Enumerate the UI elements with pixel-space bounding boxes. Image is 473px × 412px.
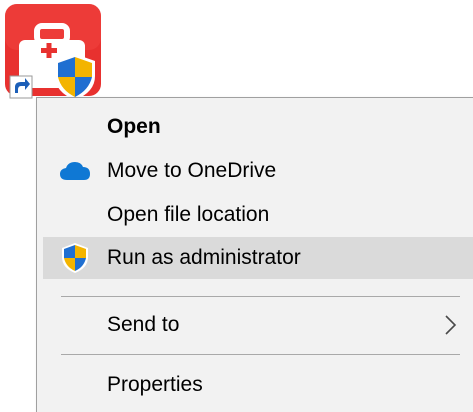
menu-item-properties[interactable]: Properties bbox=[43, 364, 473, 406]
onedrive-cloud-icon bbox=[59, 155, 91, 187]
menu-item-run-as-administrator[interactable]: Run as administrator bbox=[43, 237, 473, 279]
menu-item-send-to-label: Send to bbox=[107, 313, 180, 336]
menu-item-move-to-onedrive-label: Move to OneDrive bbox=[107, 159, 277, 182]
menu-separator bbox=[61, 354, 460, 355]
desktop: Open Move to OneDrive Open file location bbox=[0, 0, 473, 412]
menu-item-properties-label: Properties bbox=[107, 373, 203, 396]
shortcut-arrow-icon bbox=[9, 75, 33, 99]
menu-separator bbox=[61, 296, 460, 297]
context-menu: Open Move to OneDrive Open file location bbox=[36, 97, 473, 412]
chevron-right-icon bbox=[440, 313, 460, 337]
menu-item-open-label: Open bbox=[107, 115, 161, 138]
menu-item-open[interactable]: Open bbox=[43, 106, 473, 148]
menu-item-move-to-onedrive[interactable]: Move to OneDrive bbox=[43, 150, 473, 192]
menu-item-send-to[interactable]: Send to bbox=[43, 304, 473, 346]
menu-item-open-file-location[interactable]: Open file location bbox=[43, 194, 473, 236]
uac-shield-icon bbox=[59, 242, 91, 274]
app-shortcut-icon[interactable] bbox=[5, 4, 103, 102]
menu-item-run-as-administrator-label: Run as administrator bbox=[107, 246, 301, 269]
menu-item-open-file-location-label: Open file location bbox=[107, 203, 270, 226]
